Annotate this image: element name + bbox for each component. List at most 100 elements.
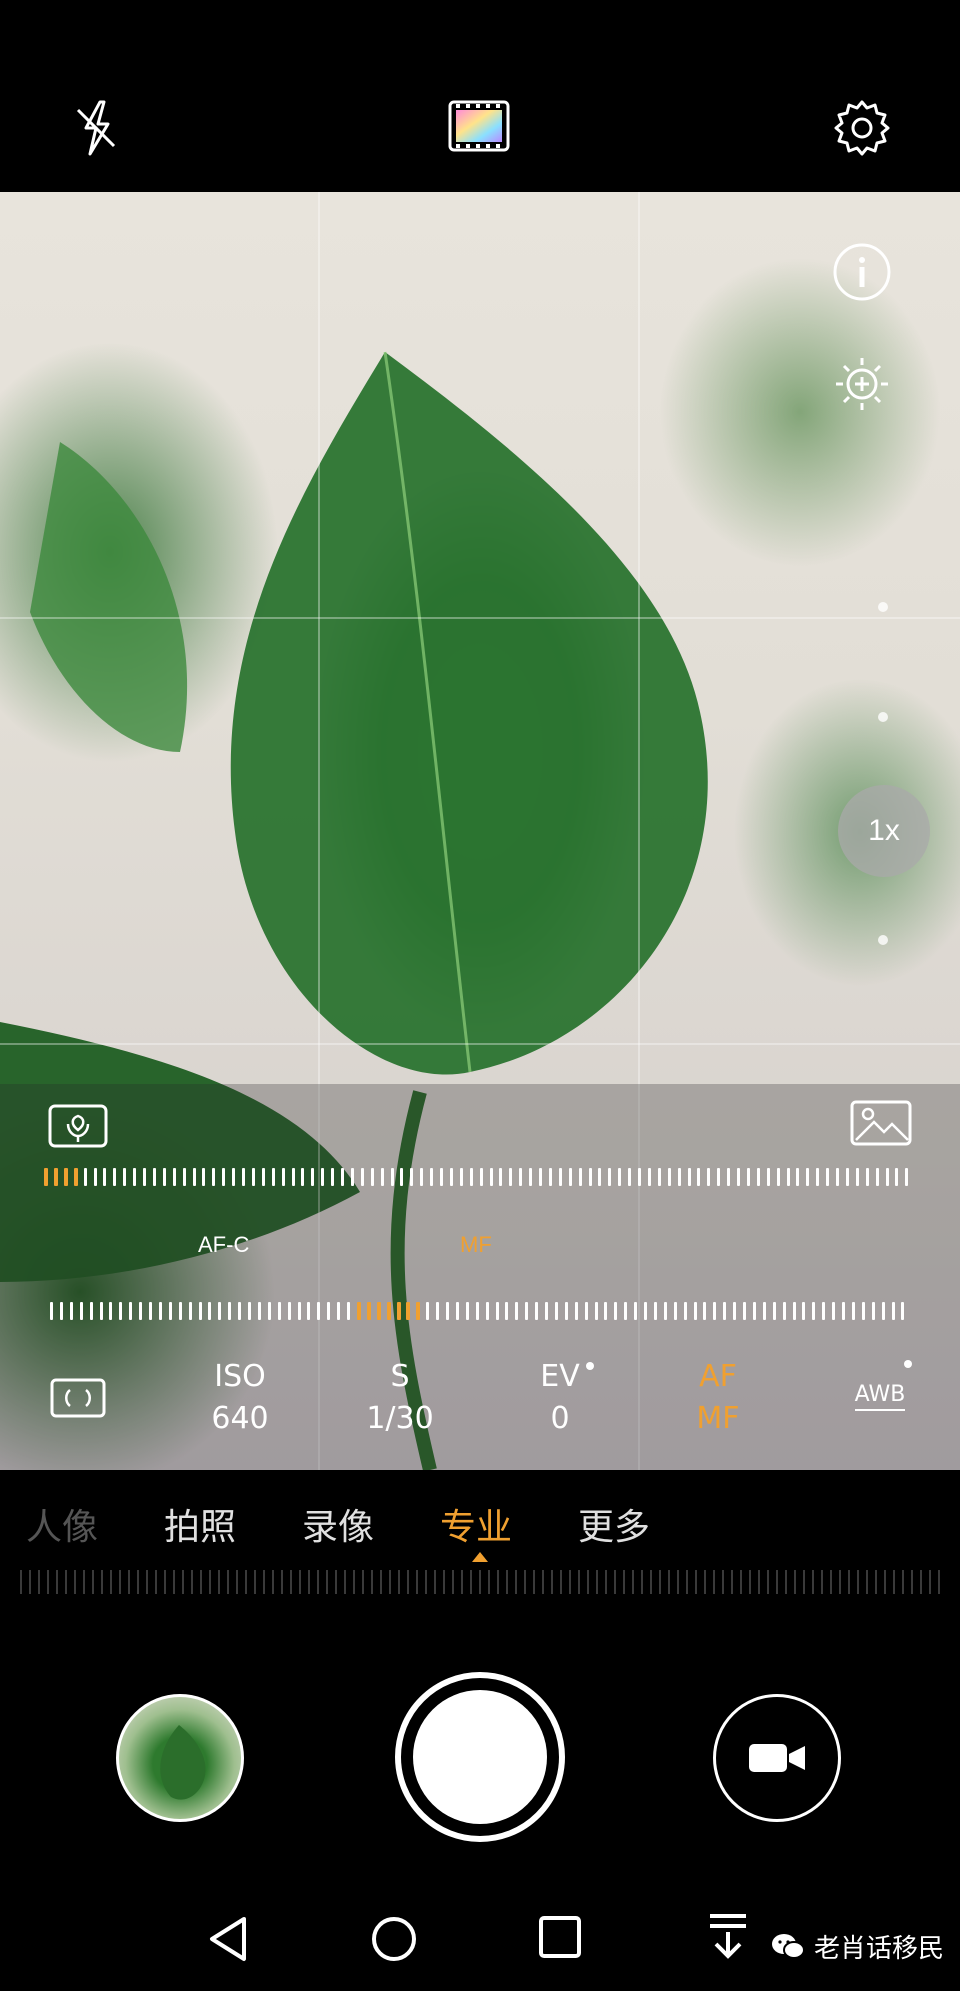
slider-tick <box>152 1168 156 1186</box>
zoom-button[interactable]: 1x <box>838 785 930 877</box>
slider-tick <box>277 1302 281 1320</box>
zoom-dot[interactable] <box>878 712 888 722</box>
thumbnail-leaf-icon <box>160 1725 206 1800</box>
slider-tick <box>653 1302 657 1320</box>
macro-flower-icon[interactable] <box>48 1104 108 1153</box>
back-triangle-icon[interactable] <box>206 1915 250 1968</box>
ev-param[interactable]: EV 0 <box>520 1356 600 1440</box>
slider-tick <box>350 1168 354 1186</box>
slider-tick <box>657 1168 661 1186</box>
slider-tick <box>673 1302 677 1320</box>
slider-tick <box>515 1302 519 1320</box>
slider-tick <box>337 1302 341 1320</box>
slider-tick <box>554 1302 558 1320</box>
shutter-speed-param[interactable]: S 1/30 <box>350 1356 450 1440</box>
slider-tick <box>202 1168 206 1186</box>
metering-slider[interactable] <box>44 1168 916 1186</box>
slider-tick <box>360 1168 364 1186</box>
slider-tick <box>713 1302 717 1320</box>
slider-tick <box>410 1168 414 1186</box>
slider-tick <box>291 1168 295 1186</box>
video-record-button[interactable] <box>713 1694 841 1822</box>
mode-photo[interactable]: 拍照 <box>164 1498 236 1550</box>
iso-label: ISO <box>214 1359 266 1394</box>
slider-tick <box>297 1302 301 1320</box>
slider-tick <box>89 1302 93 1320</box>
slider-tick <box>564 1302 568 1320</box>
focus-mode-mf[interactable]: MF <box>460 1232 492 1258</box>
slider-tick <box>307 1302 311 1320</box>
gallery-thumbnail[interactable] <box>116 1694 244 1822</box>
camera-viewfinder[interactable]: 1x AF-C MF ISO 640 S 1/30 EV 0 AF MF AWB <box>0 192 960 1470</box>
white-balance-param[interactable]: AWB <box>840 1360 920 1416</box>
metering-mode-icon[interactable] <box>50 1378 106 1423</box>
slider-tick <box>495 1302 499 1320</box>
flash-off-icon[interactable] <box>64 96 128 160</box>
slider-tick <box>519 1168 523 1186</box>
slider-tick <box>459 1168 463 1186</box>
slider-tick <box>149 1302 152 1320</box>
home-circle-icon[interactable] <box>370 1915 418 1968</box>
slider-tick <box>172 1168 176 1186</box>
slider-tick <box>772 1302 776 1320</box>
top-bar <box>0 0 960 192</box>
pull-down-icon[interactable] <box>706 1910 750 1965</box>
slider-tick <box>271 1168 275 1186</box>
slider-tick <box>851 1302 855 1320</box>
focus-slider[interactable] <box>50 1302 910 1320</box>
slider-tick <box>746 1168 750 1186</box>
mode-pro[interactable]: 专业 <box>440 1498 512 1550</box>
slider-tick <box>440 1168 443 1186</box>
zoom-dot[interactable] <box>878 602 888 612</box>
gear-icon[interactable] <box>830 96 894 160</box>
slider-tick <box>390 1168 394 1186</box>
recents-square-icon[interactable] <box>538 1915 582 1964</box>
iso-value: 640 <box>211 1401 269 1436</box>
shutter-button[interactable] <box>395 1672 565 1842</box>
slider-tick <box>644 1302 647 1320</box>
slider-tick <box>178 1302 182 1320</box>
shutter-inner <box>413 1690 547 1824</box>
slider-tick <box>232 1168 236 1186</box>
brightness-plus-icon[interactable] <box>832 354 892 419</box>
slider-tick <box>727 1168 731 1186</box>
slider-tick <box>188 1302 192 1320</box>
mode-more[interactable]: 更多 <box>578 1498 650 1550</box>
slider-tick <box>816 1168 820 1186</box>
focus-param[interactable]: AF MF <box>678 1356 758 1440</box>
slider-tick <box>667 1168 671 1186</box>
slider-tick <box>489 1168 493 1186</box>
slider-tick <box>426 1302 430 1320</box>
slider-tick <box>44 1168 48 1186</box>
pro-mode-panel: AF-C MF ISO 640 S 1/30 EV 0 AF MF AWB <box>0 1084 960 1470</box>
mode-portrait[interactable]: 人像 <box>26 1498 98 1550</box>
slider-tick <box>618 1168 622 1186</box>
focus-mode-afc[interactable]: AF-C <box>198 1232 249 1258</box>
slider-tick <box>69 1302 73 1320</box>
slider-tick <box>796 1168 800 1186</box>
slider-tick <box>594 1302 598 1320</box>
slider-tick <box>143 1168 146 1186</box>
slider-tick <box>73 1168 78 1186</box>
slider-tick <box>865 1168 869 1186</box>
image-icon[interactable] <box>850 1100 912 1151</box>
slider-tick <box>261 1168 265 1186</box>
color-filter-icon[interactable] <box>448 100 510 152</box>
slider-tick <box>469 1168 473 1186</box>
slider-tick <box>812 1302 816 1320</box>
slider-tick <box>895 1168 899 1186</box>
slider-tick <box>875 1168 879 1186</box>
slider-tick <box>257 1302 261 1320</box>
iso-param[interactable]: ISO 640 <box>200 1356 280 1440</box>
slider-tick <box>822 1302 826 1320</box>
slider-tick <box>430 1168 434 1186</box>
zoom-dot[interactable] <box>878 935 888 945</box>
slider-tick <box>529 1168 533 1186</box>
slider-tick <box>584 1302 588 1320</box>
mode-video[interactable]: 录像 <box>302 1498 374 1550</box>
slider-tick <box>59 1302 63 1320</box>
mode-scroll-ticks[interactable] <box>20 1570 940 1594</box>
slider-tick <box>499 1168 503 1186</box>
info-icon[interactable] <box>832 242 892 307</box>
awb-label: AWB <box>854 1382 906 1411</box>
